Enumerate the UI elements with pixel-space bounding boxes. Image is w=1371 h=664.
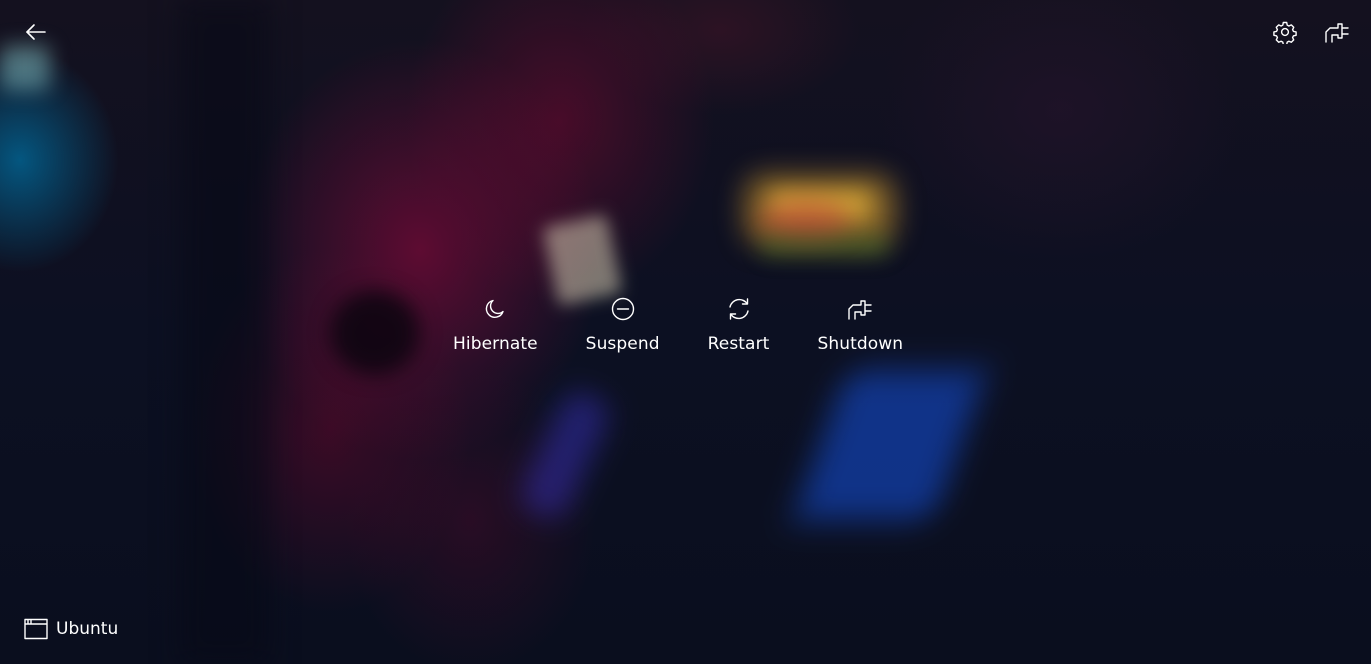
shutdown-button[interactable]: Shutdown bbox=[817, 294, 903, 354]
session-selector[interactable]: Ubuntu bbox=[24, 618, 118, 640]
minus-circle-icon bbox=[608, 294, 638, 324]
gear-icon bbox=[1273, 20, 1297, 44]
hibernate-button[interactable]: Hibernate bbox=[453, 294, 538, 354]
power-options: Hibernate Suspend Restart Shutdown bbox=[453, 294, 903, 354]
moon-icon bbox=[480, 294, 510, 324]
suspend-label: Suspend bbox=[585, 334, 660, 354]
wallpaper-paper-spot bbox=[542, 214, 623, 306]
wallpaper-teal-spot bbox=[0, 45, 50, 90]
window-icon bbox=[24, 618, 48, 640]
restart-button[interactable]: Restart bbox=[708, 294, 770, 354]
power-plug-icon bbox=[845, 294, 875, 324]
arrow-left-icon bbox=[25, 23, 47, 41]
back-button[interactable] bbox=[18, 16, 54, 48]
wallpaper-red-spot bbox=[760, 200, 850, 240]
wallpaper-shade bbox=[180, 0, 270, 664]
settings-button[interactable] bbox=[1269, 14, 1301, 50]
top-right-toolbar bbox=[1269, 14, 1353, 50]
power-menu-screen: Hibernate Suspend Restart Shutdown Ubunt… bbox=[0, 0, 1371, 664]
power-plug-icon bbox=[1324, 20, 1350, 44]
restart-label: Restart bbox=[707, 334, 770, 354]
shutdown-label: Shutdown bbox=[817, 334, 904, 354]
hibernate-label: Hibernate bbox=[453, 334, 538, 354]
wallpaper-blue-spot bbox=[792, 370, 988, 520]
refresh-icon bbox=[724, 294, 754, 324]
wallpaper-purple-spot bbox=[514, 385, 616, 525]
wallpaper-dark-spot bbox=[330, 290, 420, 375]
power-button[interactable] bbox=[1321, 14, 1353, 50]
suspend-button[interactable]: Suspend bbox=[586, 294, 660, 354]
wallpaper-green-spot bbox=[760, 235, 890, 257]
session-label: Ubuntu bbox=[56, 619, 119, 639]
